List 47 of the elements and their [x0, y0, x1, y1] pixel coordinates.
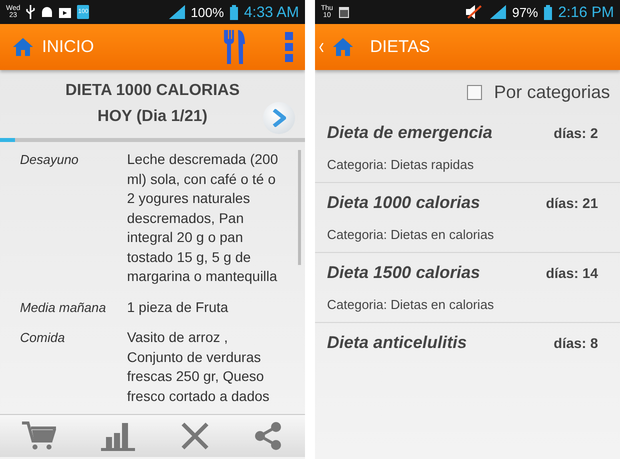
home-icon	[332, 37, 354, 57]
diet-name: Dieta 1000 calorias	[327, 193, 480, 213]
meal-description: Leche descremada (200 ml) sola, con café o té o 2 yogures naturales descremados, Pan integral 20 g o pan tostado 15 g, 5 g de margarina o mantequilla	[127, 150, 279, 286]
battery-icon	[230, 4, 238, 20]
diet-title: DIETA 1000 CALORIAS	[65, 81, 240, 101]
overflow-menu-icon[interactable]	[285, 32, 293, 62]
diet-category: Categoria: Dietas rapidas	[327, 157, 475, 172]
diet-days: días: 8	[554, 335, 598, 351]
meal-name: Desayuno	[20, 151, 80, 169]
meal-description: 1 pieza de Fruta	[127, 298, 230, 317]
back-caret-icon[interactable]	[319, 42, 324, 52]
share-icon[interactable]	[253, 421, 284, 451]
diet-name: Dieta 1500 calorias	[327, 263, 480, 283]
diet-days: días: 21	[546, 195, 598, 211]
bar-chart-icon[interactable]	[98, 421, 137, 451]
home-icon	[12, 37, 34, 57]
meal-name: Media mañana	[20, 298, 107, 316]
diet-name: Dieta anticelulitis	[327, 333, 467, 353]
battery-percent: 97%	[512, 4, 538, 20]
diet-list-item[interactable]: Dieta 1500 calorias días: 14 Categoria: Dietas en calorias	[315, 253, 620, 323]
battery-percent: 100%	[190, 4, 224, 20]
clock-time: 2:16 PM	[558, 4, 614, 20]
next-day-button[interactable]	[263, 102, 295, 134]
clock-time: 4:33 AM	[244, 4, 299, 20]
diet-days: días: 2	[554, 125, 598, 141]
cart-icon[interactable]	[22, 421, 56, 451]
diet-list-item[interactable]: Dieta de emergencia días: 2 Categoria: Dietas rapidas	[315, 113, 620, 183]
muted-speaker-icon	[466, 5, 484, 19]
meal-description: Vasito de arroz , Conjunto de verduras frescas 250 gr, Queso fresco cortado a dados	[127, 328, 270, 406]
category-checkbox[interactable]	[466, 85, 482, 100]
diet-category: Categoria: Dietas en calorias	[327, 297, 495, 312]
diet-days: días: 14	[546, 265, 598, 281]
battery-icon	[544, 4, 552, 20]
close-icon[interactable]	[180, 422, 210, 450]
chevron-right-icon	[272, 109, 286, 127]
checkbox-label: Por categorias	[494, 82, 610, 103]
usb-icon	[26, 5, 36, 19]
fork-knife-icon[interactable]	[223, 29, 247, 65]
calendar-icon	[339, 6, 350, 18]
day-label: HOY (Dia 1/21)	[98, 107, 208, 127]
signal-icon	[168, 5, 185, 19]
diet-list-item[interactable]: Dieta anticelulitis días: 8	[315, 323, 620, 364]
diet-list-item[interactable]: Dieta 1000 calorias días: 21 Categoria: Dietas en calorias	[315, 183, 620, 253]
diet-name: Dieta de emergencia	[327, 123, 492, 143]
signal-icon	[490, 5, 506, 19]
meal-name: Comida	[20, 329, 66, 347]
diet-category: Categoria: Dietas en calorias	[327, 227, 495, 242]
